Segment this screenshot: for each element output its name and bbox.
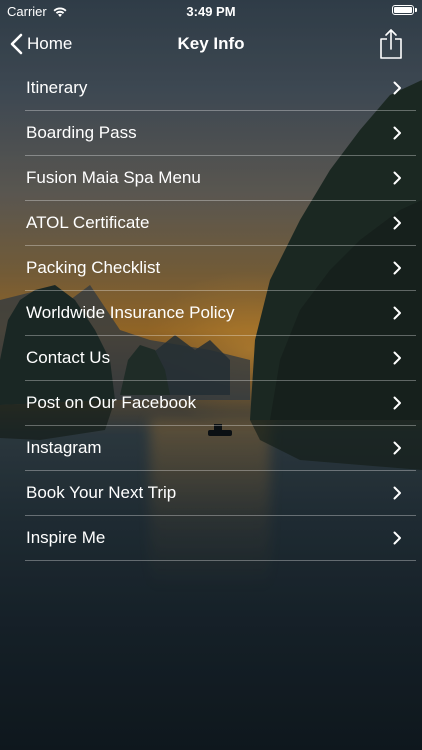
status-time: 3:49 PM [186,4,236,19]
menu-item-label: Itinerary [26,78,88,97]
menu-item-instagram[interactable]: Instagram [25,426,416,471]
menu-item-label: Contact Us [26,348,111,367]
key-info-menu: Itinerary Boarding Pass Fusion Maia Spa … [25,66,416,561]
battery-fill [394,7,412,13]
chevron-right-icon [393,126,401,140]
menu-item-label: Book Your Next Trip [26,483,177,502]
menu-item-label: Post on Our Facebook [26,393,197,412]
battery-cap [415,8,417,12]
menu-item-spa-menu[interactable]: Fusion Maia Spa Menu [25,156,416,201]
chevron-right-icon [393,486,401,500]
menu-item-contact-us[interactable]: Contact Us [25,336,416,381]
status-bar: Carrier 3:49 PM [0,0,422,22]
chevron-right-icon [393,396,401,410]
chevron-right-icon [393,81,401,95]
menu-item-inspire-me[interactable]: Inspire Me [25,516,416,561]
page-title: Key Info [177,34,245,53]
chevron-right-icon [393,216,401,230]
menu-item-boarding-pass[interactable]: Boarding Pass [25,111,416,156]
menu-item-itinerary[interactable]: Itinerary [25,66,416,111]
battery-icon [392,5,417,15]
menu-item-label: Instagram [26,438,102,457]
chevron-right-icon [393,351,401,365]
navigation-bar: Home Key Info [0,22,422,66]
menu-item-packing-checklist[interactable]: Packing Checklist [25,246,416,291]
share-icon [380,29,402,59]
share-button[interactable] [378,28,404,60]
menu-item-label: Inspire Me [26,528,106,547]
chevron-right-icon [393,531,401,545]
menu-item-atol-certificate[interactable]: ATOL Certificate [25,201,416,246]
menu-item-label: Fusion Maia Spa Menu [26,168,201,187]
chevron-right-icon [393,261,401,275]
menu-item-label: Worldwide Insurance Policy [26,303,235,322]
menu-item-facebook[interactable]: Post on Our Facebook [25,381,416,426]
menu-item-label: Packing Checklist [26,258,161,277]
chevron-right-icon [393,171,401,185]
menu-item-label: ATOL Certificate [26,213,150,232]
chevron-right-icon [393,306,401,320]
menu-item-book-next-trip[interactable]: Book Your Next Trip [25,471,416,516]
menu-item-insurance-policy[interactable]: Worldwide Insurance Policy [25,291,416,336]
chevron-right-icon [393,441,401,455]
menu-item-label: Boarding Pass [26,123,137,142]
